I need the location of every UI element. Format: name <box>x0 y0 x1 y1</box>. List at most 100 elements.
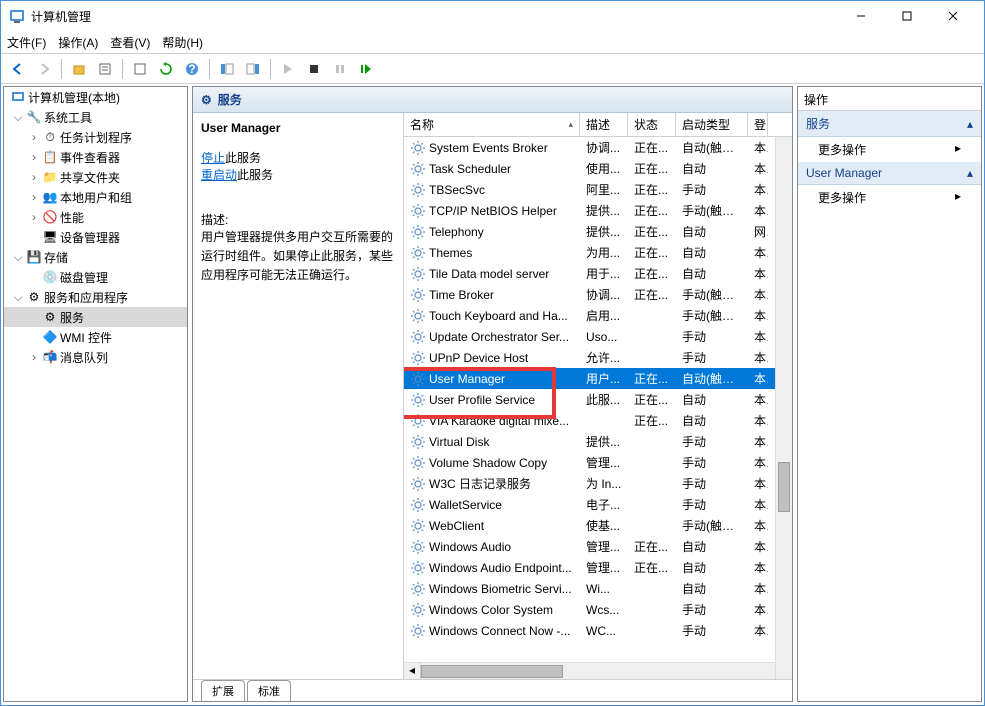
tree-shared-folders[interactable]: ›📁共享文件夹 <box>4 167 187 187</box>
service-status: 正在... <box>628 538 676 555</box>
service-row[interactable]: Telephony提供...正在...自动网 <box>404 221 792 242</box>
refresh-button[interactable] <box>155 58 177 80</box>
menu-file[interactable]: 文件(F) <box>7 34 46 51</box>
service-row[interactable]: TBSecSvc阿里...正在...手动本 <box>404 179 792 200</box>
show-hide-tree-button[interactable] <box>216 58 238 80</box>
service-logon: 本 <box>748 307 768 324</box>
forward-button[interactable] <box>33 58 55 80</box>
tree-performance[interactable]: ›🚫性能 <box>4 207 187 227</box>
service-row[interactable]: W3C 日志记录服务为 In...手动本 <box>404 473 792 494</box>
client-area: 计算机管理(本地) ⌵🔧系统工具 ›⏱任务计划程序 ›📋事件查看器 ›📁共享文件… <box>1 84 984 704</box>
restart-service-button[interactable] <box>355 58 377 80</box>
close-button[interactable] <box>930 1 976 31</box>
service-desc: 提供... <box>580 223 628 240</box>
actions-more-2[interactable]: 更多操作 ▸ <box>798 185 981 210</box>
help-button[interactable]: ? <box>181 58 203 80</box>
service-row[interactable]: Themes为用...正在...自动本 <box>404 242 792 263</box>
actions-more-1[interactable]: 更多操作 ▸ <box>798 137 981 162</box>
pause-service-button[interactable] <box>329 58 351 80</box>
stop-service-button[interactable] <box>303 58 325 80</box>
expand-icon[interactable]: ⌵ <box>12 250 24 265</box>
col-logon[interactable]: 登 <box>748 113 768 136</box>
service-desc: 协调... <box>580 286 628 303</box>
storage-icon: 💾 <box>26 249 42 265</box>
service-row[interactable]: Windows Connect Now -...WC...手动本 <box>404 620 792 641</box>
col-status[interactable]: 状态 <box>628 113 676 136</box>
restart-link[interactable]: 重启动 <box>201 168 237 182</box>
tree-wmi[interactable]: 🔷WMI 控件 <box>4 327 187 347</box>
service-row[interactable]: Windows Color SystemWcs...手动本 <box>404 599 792 620</box>
tab-extended[interactable]: 扩展 <box>201 680 245 701</box>
service-row[interactable]: User Profile Service此服...正在...自动本 <box>404 389 792 410</box>
back-button[interactable] <box>7 58 29 80</box>
tree-storage[interactable]: ⌵💾存储 <box>4 247 187 267</box>
service-logon: 本 <box>748 622 768 639</box>
service-row[interactable]: WalletService电子...手动本 <box>404 494 792 515</box>
service-row[interactable]: Windows Audio Endpoint...管理...正在...自动本 <box>404 557 792 578</box>
service-row[interactable]: Touch Keyboard and Ha...启用...手动(触发...本 <box>404 305 792 326</box>
service-logon: 本 <box>748 559 768 576</box>
stop-link[interactable]: 停止 <box>201 151 225 165</box>
service-row[interactable]: Windows Biometric Servi...Wi...自动本 <box>404 578 792 599</box>
up-button[interactable] <box>68 58 90 80</box>
menu-view[interactable]: 查看(V) <box>110 34 150 51</box>
tree-services[interactable]: ⚙服务 <box>4 307 187 327</box>
tree-disk-mgmt[interactable]: 💿磁盘管理 <box>4 267 187 287</box>
expand-icon[interactable]: › <box>28 190 40 204</box>
tree-root[interactable]: 计算机管理(本地) <box>4 87 187 107</box>
service-row[interactable]: Time Broker协调...正在...手动(触发...本 <box>404 284 792 305</box>
maximize-button[interactable] <box>884 1 930 31</box>
tree-event-viewer[interactable]: ›📋事件查看器 <box>4 147 187 167</box>
actions-section-usermanager[interactable]: User Manager ▴ <box>798 162 981 185</box>
service-row[interactable]: WebClient使基...手动(触发...本 <box>404 515 792 536</box>
service-row[interactable]: Update Orchestrator Ser...Uso...手动本 <box>404 326 792 347</box>
show-hide-actions-button[interactable] <box>242 58 264 80</box>
col-startup[interactable]: 启动类型 <box>676 113 748 136</box>
service-row[interactable]: Volume Shadow Copy管理...手动本 <box>404 452 792 473</box>
expand-icon[interactable]: ⌵ <box>12 110 24 125</box>
export-button[interactable] <box>129 58 151 80</box>
col-name[interactable]: 名称▴ <box>404 113 580 136</box>
service-row[interactable]: Windows Audio管理...正在...自动本 <box>404 536 792 557</box>
tree-svc-apps[interactable]: ⌵⚙服务和应用程序 <box>4 287 187 307</box>
col-desc[interactable]: 描述 <box>580 113 628 136</box>
menu-action[interactable]: 操作(A) <box>58 34 98 51</box>
tree-sys-tools[interactable]: ⌵🔧系统工具 <box>4 107 187 127</box>
service-row[interactable]: System Events Broker协调...正在...自动(触发...本 <box>404 137 792 158</box>
service-desc: 允许... <box>580 349 628 366</box>
service-row[interactable]: User Manager用户...正在...自动(触发...本 <box>404 368 792 389</box>
expand-icon[interactable]: › <box>28 210 40 224</box>
service-row[interactable]: TCP/IP NetBIOS Helper提供...正在...手动(触发...本 <box>404 200 792 221</box>
properties-button[interactable] <box>94 58 116 80</box>
service-row[interactable]: UPnP Device Host允许...手动本 <box>404 347 792 368</box>
service-startup: 手动(触发... <box>676 517 748 534</box>
tree-local-users[interactable]: ›👥本地用户和组 <box>4 187 187 207</box>
start-service-button[interactable] <box>277 58 299 80</box>
service-desc: 为用... <box>580 244 628 261</box>
tree-perf-label: 性能 <box>60 209 84 226</box>
service-row[interactable]: Tile Data model server用于...正在...自动本 <box>404 263 792 284</box>
tree-services-label: 服务 <box>60 309 84 326</box>
expand-icon[interactable]: ⌵ <box>12 290 24 305</box>
actions-section-services[interactable]: 服务 ▴ <box>798 111 981 137</box>
service-startup: 手动 <box>676 454 748 471</box>
expand-icon[interactable]: › <box>28 150 40 164</box>
tab-standard[interactable]: 标准 <box>247 680 291 701</box>
tree-device-manager[interactable]: 🖥设备管理器 <box>4 227 187 247</box>
expand-icon[interactable]: › <box>28 350 40 364</box>
service-startup: 自动(触发... <box>676 370 748 387</box>
expand-icon[interactable]: › <box>28 130 40 144</box>
tree-msmq[interactable]: ›📬消息队列 <box>4 347 187 367</box>
minimize-button[interactable] <box>838 1 884 31</box>
service-row[interactable]: Task Scheduler使用...正在...自动本 <box>404 158 792 179</box>
expand-icon[interactable]: › <box>28 170 40 184</box>
clock-icon: ⏱ <box>42 129 58 145</box>
service-logon: 本 <box>748 349 768 366</box>
horizontal-scrollbar[interactable]: ◂ ▸ <box>404 662 792 679</box>
service-name: Windows Audio <box>429 540 511 554</box>
menu-help[interactable]: 帮助(H) <box>162 34 203 51</box>
vertical-scrollbar[interactable] <box>775 137 792 679</box>
service-row[interactable]: Virtual Disk提供...手动本 <box>404 431 792 452</box>
tree-task-scheduler[interactable]: ›⏱任务计划程序 <box>4 127 187 147</box>
service-row[interactable]: VIA Karaoke digital mixe...正在...自动本 <box>404 410 792 431</box>
